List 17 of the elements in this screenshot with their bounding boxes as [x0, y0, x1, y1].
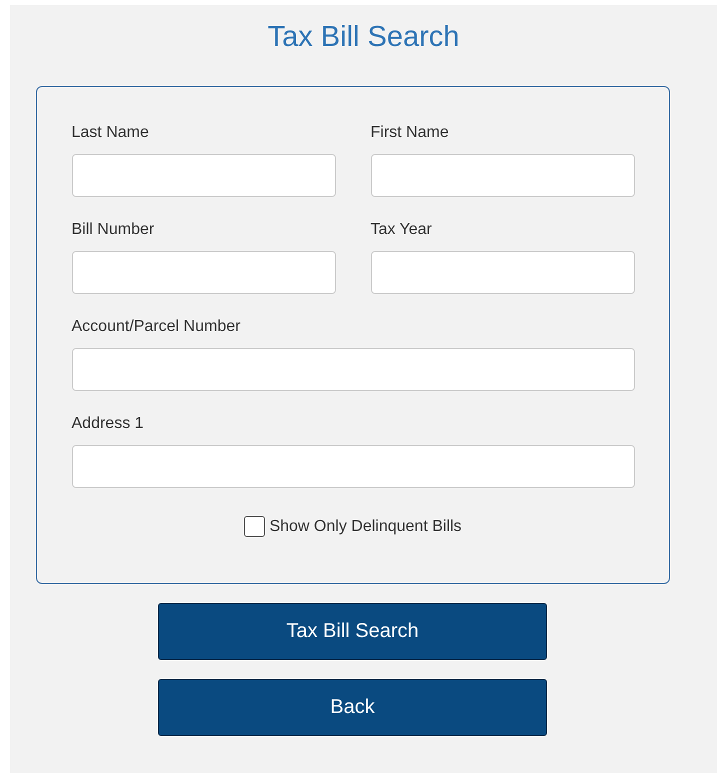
input-field[interactable]: [72, 445, 634, 488]
checkbox-label: Show Only Delinquent Bills: [269, 518, 462, 536]
input-field[interactable]: [370, 251, 634, 294]
field-label: First Name: [370, 123, 450, 143]
checkbox[interactable]: [244, 516, 266, 537]
input-field[interactable]: [72, 154, 336, 197]
input-field[interactable]: [72, 251, 336, 294]
field-label: Address 1: [72, 414, 145, 434]
search-button[interactable]: Tax Bill Search: [158, 603, 547, 660]
input-field[interactable]: [72, 348, 634, 391]
field-label: Last Name: [72, 123, 150, 143]
field-label: Tax Year: [370, 220, 433, 240]
input-field[interactable]: [370, 154, 634, 197]
field-label: Account/Parcel Number: [72, 317, 242, 337]
back-button[interactable]: Back: [158, 679, 547, 736]
field-label: Bill Number: [72, 220, 156, 240]
page-title: Tax Bill Search: [268, 20, 460, 54]
